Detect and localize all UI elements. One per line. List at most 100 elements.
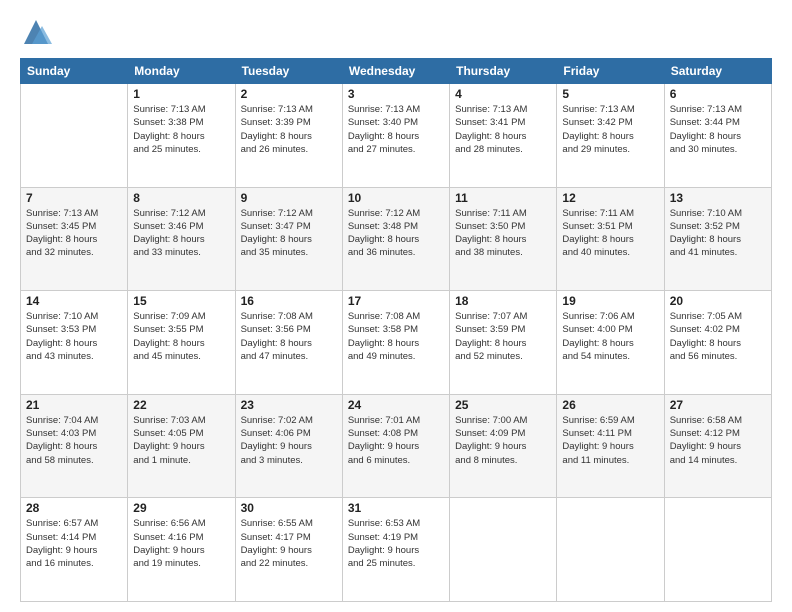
day-number: 4	[455, 87, 551, 101]
day-info: Sunrise: 7:08 AMSunset: 3:58 PMDaylight:…	[348, 310, 444, 363]
calendar-week-row: 7 Sunrise: 7:13 AMSunset: 3:45 PMDaylight…	[21, 187, 772, 291]
day-info: Sunrise: 7:08 AMSunset: 3:56 PMDaylight:…	[241, 310, 337, 363]
day-info: Sunrise: 7:13 AMSunset: 3:42 PMDaylight:…	[562, 103, 658, 156]
day-number: 8	[133, 191, 229, 205]
calendar-day-cell: 27 Sunrise: 6:58 AMSunset: 4:12 PMDayligh…	[664, 394, 771, 498]
calendar-body: 1 Sunrise: 7:13 AMSunset: 3:38 PMDaylight…	[21, 84, 772, 602]
calendar-day-cell: 9 Sunrise: 7:12 AMSunset: 3:47 PMDaylight…	[235, 187, 342, 291]
logo	[20, 16, 56, 48]
day-number: 14	[26, 294, 122, 308]
calendar-day-cell: 8 Sunrise: 7:12 AMSunset: 3:46 PMDaylight…	[128, 187, 235, 291]
day-info: Sunrise: 7:13 AMSunset: 3:41 PMDaylight:…	[455, 103, 551, 156]
calendar-day-cell: 12 Sunrise: 7:11 AMSunset: 3:51 PMDayligh…	[557, 187, 664, 291]
day-info: Sunrise: 6:55 AMSunset: 4:17 PMDaylight:…	[241, 517, 337, 570]
calendar-day-cell: 20 Sunrise: 7:05 AMSunset: 4:02 PMDayligh…	[664, 291, 771, 395]
calendar-day-cell: 28 Sunrise: 6:57 AMSunset: 4:14 PMDayligh…	[21, 498, 128, 602]
calendar-day-cell: 26 Sunrise: 6:59 AMSunset: 4:11 PMDayligh…	[557, 394, 664, 498]
weekday-header-cell: Wednesday	[342, 59, 449, 84]
day-number: 20	[670, 294, 766, 308]
day-info: Sunrise: 7:13 AMSunset: 3:39 PMDaylight:…	[241, 103, 337, 156]
day-number: 12	[562, 191, 658, 205]
calendar-day-cell: 24 Sunrise: 7:01 AMSunset: 4:08 PMDayligh…	[342, 394, 449, 498]
day-info: Sunrise: 7:11 AMSunset: 3:51 PMDaylight:…	[562, 207, 658, 260]
day-info: Sunrise: 7:03 AMSunset: 4:05 PMDaylight:…	[133, 414, 229, 467]
calendar-day-cell: 10 Sunrise: 7:12 AMSunset: 3:48 PMDayligh…	[342, 187, 449, 291]
calendar-day-cell: 14 Sunrise: 7:10 AMSunset: 3:53 PMDayligh…	[21, 291, 128, 395]
day-number: 10	[348, 191, 444, 205]
calendar-week-row: 21 Sunrise: 7:04 AMSunset: 4:03 PMDayligh…	[21, 394, 772, 498]
day-info: Sunrise: 7:10 AMSunset: 3:53 PMDaylight:…	[26, 310, 122, 363]
calendar-day-cell: 11Sunrise: 7:11 AMSunset: 3:50 PMDayligh…	[450, 187, 557, 291]
day-number: 15	[133, 294, 229, 308]
day-info: Sunrise: 7:13 AMSunset: 3:38 PMDaylight:…	[133, 103, 229, 156]
calendar-day-cell	[664, 498, 771, 602]
day-info: Sunrise: 7:07 AMSunset: 3:59 PMDaylight:…	[455, 310, 551, 363]
day-number: 17	[348, 294, 444, 308]
calendar-week-row: 1 Sunrise: 7:13 AMSunset: 3:38 PMDaylight…	[21, 84, 772, 188]
day-number: 16	[241, 294, 337, 308]
calendar-week-row: 28 Sunrise: 6:57 AMSunset: 4:14 PMDayligh…	[21, 498, 772, 602]
day-number: 1	[133, 87, 229, 101]
calendar-day-cell: 17 Sunrise: 7:08 AMSunset: 3:58 PMDayligh…	[342, 291, 449, 395]
day-number: 25	[455, 398, 551, 412]
calendar-table: SundayMondayTuesdayWednesdayThursdayFrid…	[20, 58, 772, 602]
calendar-day-cell: 25 Sunrise: 7:00 AMSunset: 4:09 PMDayligh…	[450, 394, 557, 498]
day-number: 24	[348, 398, 444, 412]
calendar-day-cell: 16 Sunrise: 7:08 AMSunset: 3:56 PMDayligh…	[235, 291, 342, 395]
day-info: Sunrise: 7:02 AMSunset: 4:06 PMDaylight:…	[241, 414, 337, 467]
day-number: 3	[348, 87, 444, 101]
weekday-header-cell: Thursday	[450, 59, 557, 84]
day-number: 31	[348, 501, 444, 515]
calendar-week-row: 14 Sunrise: 7:10 AMSunset: 3:53 PMDayligh…	[21, 291, 772, 395]
day-number: 6	[670, 87, 766, 101]
calendar-day-cell	[450, 498, 557, 602]
day-info: Sunrise: 6:53 AMSunset: 4:19 PMDaylight:…	[348, 517, 444, 570]
weekday-header-cell: Tuesday	[235, 59, 342, 84]
day-info: Sunrise: 7:13 AMSunset: 3:44 PMDaylight:…	[670, 103, 766, 156]
day-number: 26	[562, 398, 658, 412]
weekday-header-row: SundayMondayTuesdayWednesdayThursdayFrid…	[21, 59, 772, 84]
day-info: Sunrise: 7:12 AMSunset: 3:48 PMDaylight:…	[348, 207, 444, 260]
calendar-day-cell: 31 Sunrise: 6:53 AMSunset: 4:19 PMDayligh…	[342, 498, 449, 602]
weekday-header-cell: Monday	[128, 59, 235, 84]
day-info: Sunrise: 7:13 AMSunset: 3:45 PMDaylight:…	[26, 207, 122, 260]
calendar-day-cell: 3 Sunrise: 7:13 AMSunset: 3:40 PMDaylight…	[342, 84, 449, 188]
day-number: 28	[26, 501, 122, 515]
day-number: 29	[133, 501, 229, 515]
day-number: 13	[670, 191, 766, 205]
day-info: Sunrise: 7:01 AMSunset: 4:08 PMDaylight:…	[348, 414, 444, 467]
calendar-day-cell: 5 Sunrise: 7:13 AMSunset: 3:42 PMDaylight…	[557, 84, 664, 188]
day-info: Sunrise: 7:12 AMSunset: 3:47 PMDaylight:…	[241, 207, 337, 260]
day-number: 9	[241, 191, 337, 205]
day-info: Sunrise: 7:13 AMSunset: 3:40 PMDaylight:…	[348, 103, 444, 156]
day-info: Sunrise: 7:12 AMSunset: 3:46 PMDaylight:…	[133, 207, 229, 260]
day-number: 7	[26, 191, 122, 205]
day-info: Sunrise: 6:58 AMSunset: 4:12 PMDaylight:…	[670, 414, 766, 467]
calendar-day-cell: 22Sunrise: 7:03 AMSunset: 4:05 PMDayligh…	[128, 394, 235, 498]
day-info: Sunrise: 7:09 AMSunset: 3:55 PMDaylight:…	[133, 310, 229, 363]
calendar-day-cell: 6 Sunrise: 7:13 AMSunset: 3:44 PMDaylight…	[664, 84, 771, 188]
day-info: Sunrise: 7:00 AMSunset: 4:09 PMDaylight:…	[455, 414, 551, 467]
day-number: 11	[455, 191, 551, 205]
day-number: 23	[241, 398, 337, 412]
calendar-day-cell: 15 Sunrise: 7:09 AMSunset: 3:55 PMDayligh…	[128, 291, 235, 395]
calendar-day-cell: 13Sunrise: 7:10 AMSunset: 3:52 PMDayligh…	[664, 187, 771, 291]
day-number: 21	[26, 398, 122, 412]
weekday-header-cell: Sunday	[21, 59, 128, 84]
day-info: Sunrise: 6:56 AMSunset: 4:16 PMDaylight:…	[133, 517, 229, 570]
weekday-header-cell: Friday	[557, 59, 664, 84]
calendar-day-cell: 19Sunrise: 7:06 AMSunset: 4:00 PMDayligh…	[557, 291, 664, 395]
calendar-day-cell: 18Sunrise: 7:07 AMSunset: 3:59 PMDayligh…	[450, 291, 557, 395]
day-info: Sunrise: 6:59 AMSunset: 4:11 PMDaylight:…	[562, 414, 658, 467]
calendar-day-cell: 30 Sunrise: 6:55 AMSunset: 4:17 PMDayligh…	[235, 498, 342, 602]
day-info: Sunrise: 7:04 AMSunset: 4:03 PMDaylight:…	[26, 414, 122, 467]
day-number: 30	[241, 501, 337, 515]
calendar-day-cell: 7 Sunrise: 7:13 AMSunset: 3:45 PMDaylight…	[21, 187, 128, 291]
calendar-day-cell: 2Sunrise: 7:13 AMSunset: 3:39 PMDaylight…	[235, 84, 342, 188]
day-info: Sunrise: 6:57 AMSunset: 4:14 PMDaylight:…	[26, 517, 122, 570]
day-info: Sunrise: 7:05 AMSunset: 4:02 PMDaylight:…	[670, 310, 766, 363]
calendar-day-cell: 29 Sunrise: 6:56 AMSunset: 4:16 PMDayligh…	[128, 498, 235, 602]
calendar-day-cell	[557, 498, 664, 602]
day-number: 27	[670, 398, 766, 412]
day-number: 5	[562, 87, 658, 101]
